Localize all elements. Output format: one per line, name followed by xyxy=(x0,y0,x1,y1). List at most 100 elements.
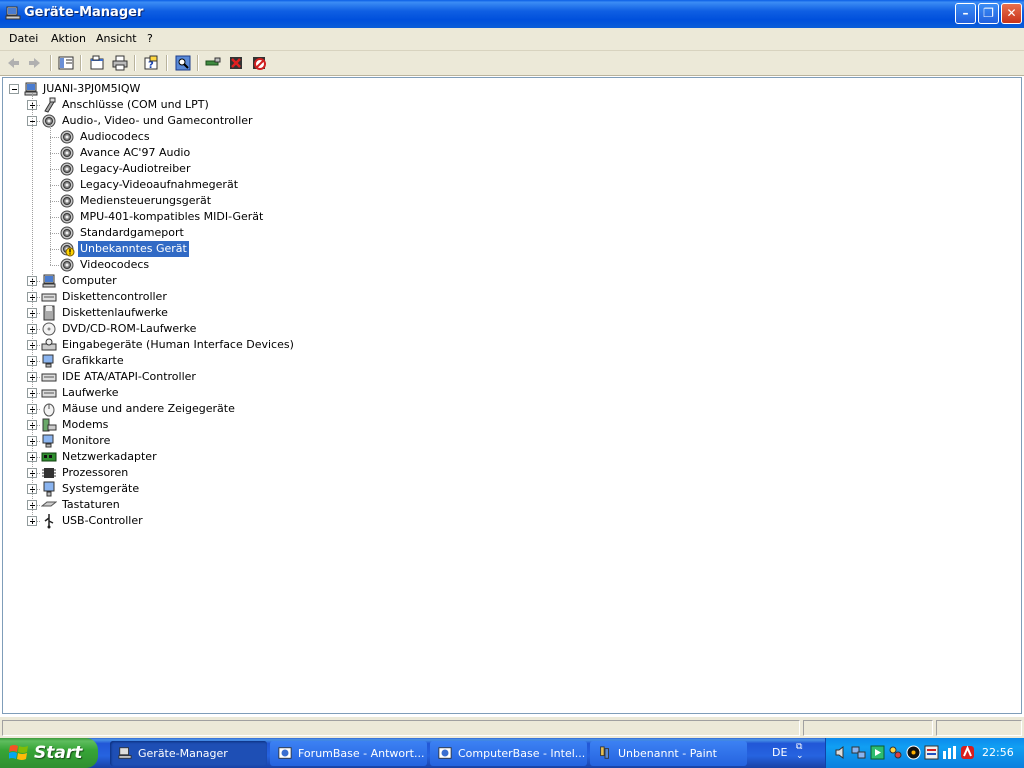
task-label: Geräte-Manager xyxy=(138,747,228,760)
tree-category[interactable]: Anschlüsse (COM und LPT) xyxy=(60,97,211,113)
tree-category[interactable]: USB-Controller xyxy=(60,513,145,529)
svg-text:?: ? xyxy=(148,60,154,71)
console-tree-icon[interactable] xyxy=(58,55,74,71)
language-bar-restore-icon[interactable]: ⧉ ⌄ xyxy=(796,743,808,761)
tree-category[interactable]: DVD/CD-ROM-Laufwerke xyxy=(60,321,198,337)
tree-connector xyxy=(32,93,33,521)
update-driver-icon[interactable] xyxy=(205,55,221,71)
task-forumbase[interactable]: ForumBase - Antwort... xyxy=(270,741,427,766)
task-computerbase[interactable]: ComputerBase - Intel... xyxy=(430,741,587,766)
tree-device[interactable]: Legacy-Videoaufnahmegerät xyxy=(78,177,240,193)
speaker-icon[interactable] xyxy=(834,745,849,760)
tree-device[interactable]: Unbekanntes Gerät xyxy=(78,241,189,257)
toolbar: ? xyxy=(0,51,1024,76)
tree-category[interactable]: Mäuse und andere Zeigegeräte xyxy=(60,401,237,417)
status-panel-2 xyxy=(803,720,933,736)
network-icon[interactable] xyxy=(851,745,866,760)
properties-icon[interactable] xyxy=(89,55,105,71)
tree-connector xyxy=(50,249,59,250)
cd-rom-icon xyxy=(42,322,56,336)
tree-category[interactable]: Computer xyxy=(60,273,119,289)
tree-category[interactable]: Tastaturen xyxy=(60,497,122,513)
tree-category[interactable]: Grafikkarte xyxy=(60,353,126,369)
system-tray: 22:56 xyxy=(825,738,1024,768)
menu-aktion[interactable]: Aktion xyxy=(51,32,86,45)
status-panel-3 xyxy=(936,720,1022,736)
tree-category[interactable]: Eingabegeräte (Human Interface Devices) xyxy=(60,337,296,353)
tree-device[interactable]: MPU-401-kompatibles MIDI-Gerät xyxy=(78,209,265,225)
close-button[interactable]: ✕ xyxy=(1001,3,1022,24)
title-bar[interactable]: Geräte-Manager – ❐ ✕ xyxy=(0,0,1024,28)
menu-datei[interactable]: Datei xyxy=(9,32,38,45)
tree-category[interactable]: Laufwerke xyxy=(60,385,121,401)
tree-device[interactable]: Audiocodecs xyxy=(78,129,152,145)
tree-category[interactable]: IDE ATA/ATAPI-Controller xyxy=(60,369,198,385)
tree-category[interactable]: Audio-, Video- und Gamecontroller xyxy=(60,113,255,129)
floppy-drive-icon xyxy=(43,305,55,321)
tray-app-icon[interactable] xyxy=(924,745,939,760)
tree-device[interactable]: Legacy-Audiotreiber xyxy=(78,161,192,177)
mouse-icon xyxy=(43,403,55,417)
tree-root[interactable]: JUANI-3PJ0M5IQW xyxy=(41,81,142,97)
toolbar-separator xyxy=(134,55,136,71)
help-icon[interactable]: ? xyxy=(143,55,159,71)
tree-device[interactable]: Standardgameport xyxy=(78,225,186,241)
ide-controller-icon xyxy=(41,373,57,382)
forward-arrow-icon[interactable] xyxy=(27,55,43,71)
hid-icon xyxy=(41,338,57,351)
tree-category[interactable]: Netzwerkadapter xyxy=(60,449,159,465)
system-device-icon xyxy=(43,481,55,497)
device-tree: JUANI-3PJ0M5IQW Anschlüsse (COM und LPT) A… xyxy=(3,78,1019,711)
device-tree-pane[interactable]: JUANI-3PJ0M5IQW Anschlüsse (COM und LPT) A… xyxy=(2,77,1022,714)
warning-device-icon xyxy=(60,242,75,257)
tree-device[interactable]: Videocodecs xyxy=(78,257,151,273)
tree-category[interactable]: Monitore xyxy=(60,433,112,449)
audio-device-icon xyxy=(60,258,74,272)
tree-category[interactable]: Modems xyxy=(60,417,110,433)
toolbar-separator xyxy=(50,55,52,71)
antivirus-icon[interactable] xyxy=(960,745,975,760)
print-icon[interactable] xyxy=(112,55,128,71)
audio-device-icon xyxy=(60,146,74,160)
tray-utility-icon[interactable] xyxy=(888,745,903,760)
back-arrow-icon[interactable] xyxy=(5,55,21,71)
scan-hardware-icon[interactable] xyxy=(175,55,191,71)
tray-network-tool-icon[interactable] xyxy=(942,745,957,760)
tree-category[interactable]: Prozessoren xyxy=(60,465,130,481)
menu-bar: Datei Aktion Ansicht ? xyxy=(0,28,1024,51)
task-paint[interactable]: Unbenannt - Paint xyxy=(590,741,747,766)
restore-button[interactable]: ❐ xyxy=(978,3,999,24)
network-adapter-icon xyxy=(41,452,57,462)
menu-help[interactable]: ? xyxy=(147,32,153,45)
tree-connector xyxy=(50,169,59,170)
device-manager-icon xyxy=(5,6,21,20)
keyboard-icon xyxy=(41,501,57,507)
tree-device[interactable]: Avance AC'97 Audio xyxy=(78,145,192,161)
processor-icon xyxy=(42,468,56,478)
uninstall-icon[interactable] xyxy=(228,55,244,71)
browser-icon xyxy=(278,747,292,759)
disable-icon[interactable] xyxy=(251,55,267,71)
clock[interactable]: 22:56 xyxy=(982,746,1014,759)
tree-category[interactable]: Systemgeräte xyxy=(60,481,141,497)
tree-category[interactable]: Diskettencontroller xyxy=(60,289,169,305)
collapse-root-toggle[interactable] xyxy=(9,84,19,94)
audio-device-icon xyxy=(60,194,74,208)
tree-connector xyxy=(50,217,59,218)
tree-connector xyxy=(50,153,59,154)
media-player-icon[interactable] xyxy=(870,745,885,760)
start-button[interactable]: Start xyxy=(0,738,98,768)
menu-ansicht[interactable]: Ansicht xyxy=(96,32,137,45)
tree-device[interactable]: Mediensteuerungsgerät xyxy=(78,193,213,209)
audio-device-icon xyxy=(60,226,74,240)
task-geraete-manager[interactable]: Geräte-Manager xyxy=(110,741,267,766)
tree-category[interactable]: Diskettenlaufwerke xyxy=(60,305,170,321)
window-title: Geräte-Manager xyxy=(24,5,144,20)
toolbar-separator xyxy=(80,55,82,71)
language-indicator[interactable]: DE xyxy=(772,746,787,759)
task-label: ForumBase - Antwort... xyxy=(298,747,425,760)
tree-connector xyxy=(50,137,59,138)
minimize-button[interactable]: – xyxy=(955,3,976,24)
taskbar: Start Geräte-Manager ForumBase - Antwort… xyxy=(0,738,1024,768)
disc-icon[interactable] xyxy=(906,745,921,760)
